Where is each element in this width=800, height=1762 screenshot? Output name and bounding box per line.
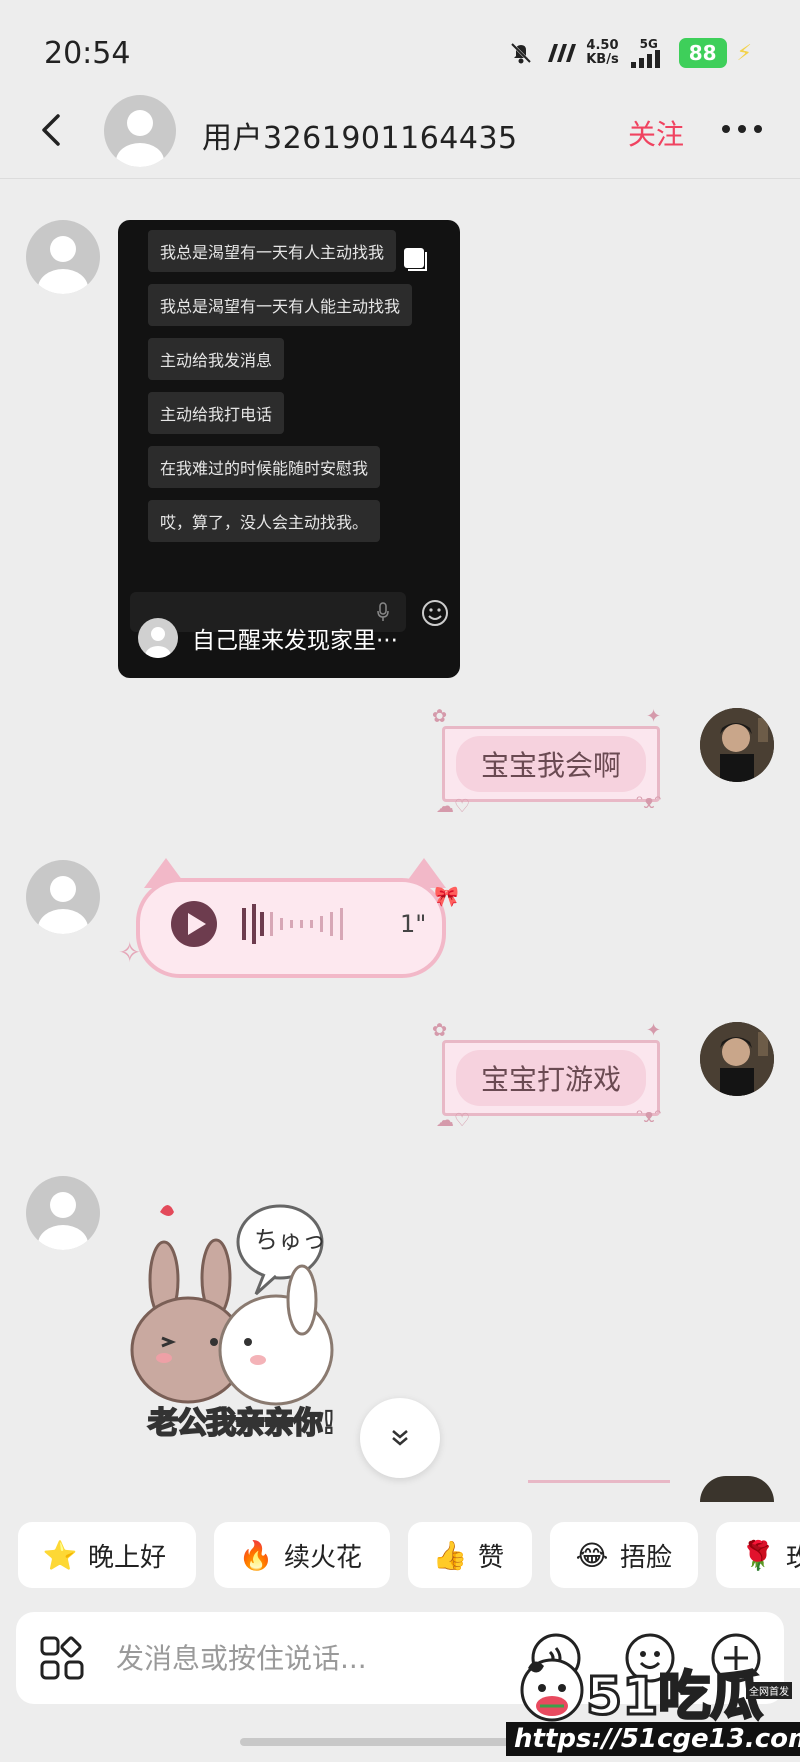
watermark-tag: 全网首发 xyxy=(746,1682,792,1699)
more-options-icon[interactable] xyxy=(718,119,766,139)
screenshot-line: 主动给我打电话 xyxy=(148,392,285,434)
quick-reply-chip[interactable]: 🔥 续火花 xyxy=(214,1522,390,1588)
message-text: 宝宝我会啊 xyxy=(456,736,646,792)
my-text-message[interactable]: 宝宝我会啊 ✿ ✦ ☁♡ ᵔᴥᵔ xyxy=(432,706,670,817)
signal-group: 5G xyxy=(629,38,669,68)
site-watermark: 51吃瓜 全网首发 https://51cge13.com xyxy=(506,1646,800,1762)
contact-message-avatar[interactable] xyxy=(26,220,100,294)
chip-label: 晚上好 xyxy=(88,1542,167,1573)
contact-message-avatar[interactable] xyxy=(26,1176,100,1250)
sparkle-icon: ✿ xyxy=(432,706,448,727)
net-speed: 4.50 KB/s xyxy=(586,39,618,67)
header-divider xyxy=(0,178,800,179)
signal-bars-icon xyxy=(630,50,660,68)
quick-reply-chip[interactable]: 🌹 玫 xyxy=(716,1522,800,1588)
fire-icon: 🔥 xyxy=(238,1538,274,1572)
cow-mascot-icon xyxy=(520,1658,584,1722)
contact-avatar[interactable] xyxy=(104,95,176,167)
message-input[interactable] xyxy=(116,1634,456,1682)
status-time: 20:54 xyxy=(44,36,131,71)
screenshot-line: 我总是渴望有一天有人主动找我 xyxy=(148,230,397,272)
back-arrow-icon[interactable] xyxy=(32,110,72,150)
image-message[interactable]: 我总是渴望有一天有人主动找我 我总是渴望有一天有人能主动找我 主动给我发消息 主… xyxy=(118,220,460,678)
emoji-icon xyxy=(422,600,448,626)
thumbs-up-icon: 👍 xyxy=(432,1538,468,1572)
star-face-icon: ⭐ xyxy=(42,1538,78,1572)
sparkle-icon: ✦ xyxy=(646,1020,662,1041)
default-user-icon xyxy=(38,876,88,934)
bone-icon: ✧ xyxy=(118,936,142,969)
sticker-bubble-text: ちゅっ xyxy=(254,1226,326,1254)
net-speed-unit: KB/s xyxy=(586,52,619,67)
screenshot-line: 哎，算了，没人会主动找我。 xyxy=(148,500,381,542)
cloud-icon: ☁♡ xyxy=(436,796,471,817)
default-user-icon xyxy=(145,627,171,658)
message-text: 宝宝打游戏 xyxy=(456,1050,646,1106)
caption-avatar xyxy=(138,618,178,658)
chip-label: 玫 xyxy=(786,1542,800,1573)
double-chevron-down-icon xyxy=(392,1430,408,1446)
screenshot-line: 主动给我发消息 xyxy=(148,338,285,380)
apps-grid-icon[interactable] xyxy=(38,1634,86,1682)
my-avatar xyxy=(700,1476,774,1502)
screenshot-line: 我总是渴望有一天有人能主动找我 xyxy=(148,284,413,326)
voice-message[interactable]: 1" 🎀 ✧ xyxy=(118,858,468,990)
screenshot-line: 在我难过的时候能随时安慰我 xyxy=(148,446,381,488)
status-bar: 20:54 4.50 KB/s 5G 88 ⚡ xyxy=(0,0,800,100)
battery-indicator: 88 xyxy=(678,38,727,68)
chip-label: 赞 xyxy=(478,1542,505,1573)
caption-text: 自己醒来发现家里··· xyxy=(192,628,398,654)
voice-duration: 1" xyxy=(400,910,427,938)
my-text-message[interactable]: 宝宝打游戏 ✿ ✦ ☁♡ ᵔᴥᵔ xyxy=(432,1020,670,1131)
chat-header: 用户3261901164435 关注 xyxy=(0,95,800,175)
chip-label: 续火花 xyxy=(284,1542,363,1573)
charging-bolt-icon: ⚡ xyxy=(736,40,752,66)
scroll-to-bottom-button[interactable] xyxy=(360,1398,440,1478)
nfc-icon xyxy=(548,44,577,62)
sticker-caption: 老公我亲亲你! xyxy=(147,1405,337,1442)
follow-button[interactable]: 关注 xyxy=(628,113,684,153)
my-avatar[interactable] xyxy=(700,708,774,782)
bunny-icon: ᵔᴥᵔ xyxy=(636,792,662,813)
user-photo xyxy=(700,708,774,782)
facepalm-icon: 😂 xyxy=(575,1538,609,1572)
selection-check-icon xyxy=(404,248,427,271)
default-user-icon xyxy=(38,236,88,294)
signal-type: 5G xyxy=(639,37,658,51)
status-icons: 4.50 KB/s 5G 88 ⚡ xyxy=(508,38,752,68)
net-speed-value: 4.50 xyxy=(586,38,619,53)
my-avatar[interactable] xyxy=(700,1022,774,1096)
quick-reply-bar: ⭐ 晚上好 🔥 续火花 👍 赞 😂 捂脸 🌹 玫 xyxy=(0,1522,800,1592)
screenshot-caption: 自己醒来发现家里··· xyxy=(138,618,398,658)
mute-bell-icon xyxy=(511,42,532,64)
audio-waveform xyxy=(242,904,343,944)
default-user-icon xyxy=(116,110,164,167)
sparkle-icon: ✦ xyxy=(646,706,662,727)
quick-reply-chip[interactable]: 👍 赞 xyxy=(408,1522,532,1588)
watermark-logo: 51吃瓜 xyxy=(584,1666,763,1729)
chip-label: 捂脸 xyxy=(620,1542,673,1573)
watermark-url: https://51cge13.com xyxy=(506,1722,800,1756)
sparkle-icon: ✿ xyxy=(432,1020,448,1041)
cloud-icon: ☁♡ xyxy=(436,1110,471,1131)
partial-message-edge xyxy=(528,1480,670,1498)
bow-icon: 🎀 xyxy=(434,884,459,908)
user-photo xyxy=(700,1022,774,1096)
contact-message-avatar[interactable] xyxy=(26,860,100,934)
default-user-icon xyxy=(38,1192,88,1250)
play-icon[interactable] xyxy=(170,900,218,948)
quick-reply-chip[interactable]: 😂 捂脸 xyxy=(550,1522,698,1588)
bunny-icon: ᵔᴥᵔ xyxy=(636,1106,662,1127)
rose-icon: 🌹 xyxy=(740,1538,776,1572)
quick-reply-chip[interactable]: ⭐ 晚上好 xyxy=(18,1522,196,1588)
contact-name[interactable]: 用户3261901164435 xyxy=(202,113,518,157)
